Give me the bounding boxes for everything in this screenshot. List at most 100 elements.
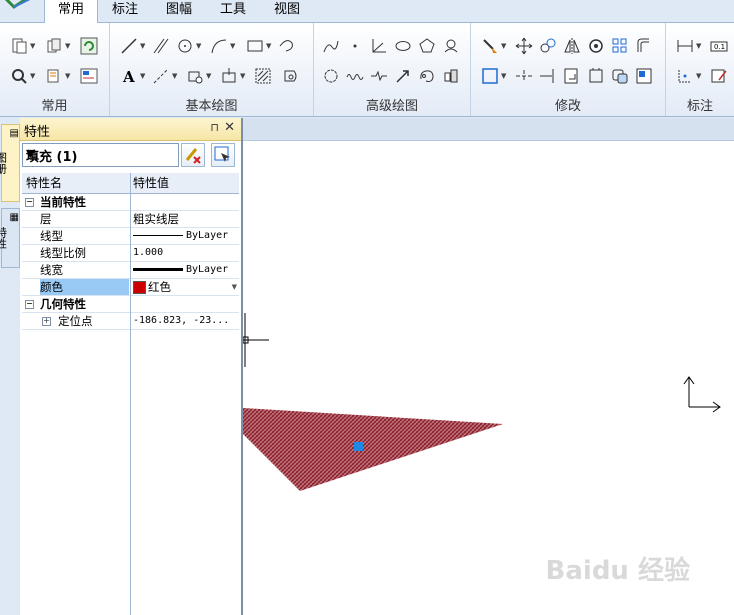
group-label: 标注 [686,99,713,114]
drawing-canvas[interactable] [243,118,734,615]
copy-object-icon[interactable] [539,37,557,55]
chevron-down-icon[interactable]: ▼ [240,67,245,85]
array-icon[interactable] [611,37,629,55]
drawing-layer[interactable] [243,118,734,615]
ribbon-group-advanced-draw: 高级绘图 [314,23,471,116]
trim-icon[interactable] [515,67,533,85]
property-value[interactable]: ByLayer [133,228,237,244]
parallel-line-icon[interactable] [152,37,170,55]
chevron-down-icon[interactable]: ▼ [696,67,701,85]
chevron-down-icon[interactable]: ▼ [232,279,237,295]
chevron-down-icon[interactable]: ▼ [26,147,176,160]
hatch-icon[interactable] [254,67,272,85]
line-icon[interactable] [120,37,138,55]
chevron-down-icon[interactable]: ▼ [266,37,271,55]
hole-icon[interactable] [442,37,460,55]
color-value: 红色 [148,280,171,294]
svg-text:A: A [122,68,135,85]
new-file-icon[interactable] [10,37,28,55]
circle-icon[interactable] [176,37,194,55]
side-tab-atlas[interactable]: ▤ 图册 [0,124,20,202]
text-icon[interactable]: A [120,67,138,86]
chevron-down-icon[interactable]: ▼ [30,67,35,85]
chevron-down-icon[interactable]: ▼ [206,67,211,85]
group-label: 常用 [41,99,68,114]
ribbon-group-common: ▼ ▼ ▼ ▼ 常用 [0,23,110,116]
chevron-down-icon[interactable]: ▼ [65,37,70,55]
grip-point[interactable] [354,442,363,451]
block-icon[interactable] [186,67,204,85]
refresh-icon[interactable] [80,37,98,55]
selection-dropdown[interactable]: 填充 (1) ▼ [22,143,179,167]
explode-icon[interactable] [611,67,629,85]
dimension-icon[interactable] [676,37,694,55]
select-window-icon[interactable] [481,67,499,85]
property-value[interactable]: 粗实线层 [133,211,237,227]
close-icon[interactable]: ✕ [224,120,235,135]
centerline-icon[interactable] [152,67,170,85]
chevron-down-icon[interactable]: ▼ [501,67,506,85]
polygon-icon[interactable] [418,37,436,55]
app-logo-icon[interactable] [4,0,32,9]
text-edit-icon[interactable] [710,67,728,85]
pin-icon[interactable]: ⊓ [210,121,219,134]
insert-icon[interactable] [220,67,238,85]
point-icon[interactable] [346,37,364,55]
arrow-icon[interactable] [394,67,412,85]
collapse-icon[interactable]: − [25,198,34,207]
scale-icon[interactable] [563,67,581,85]
edit-block-icon[interactable] [635,67,653,85]
stretch-icon[interactable] [587,67,605,85]
tab-dimension[interactable]: 标注 [102,0,148,22]
zoom-icon[interactable] [10,67,28,85]
chevron-down-icon[interactable]: ▼ [196,37,201,55]
property-value[interactable]: 1.000 [133,245,237,261]
spline-icon[interactable] [322,37,340,55]
region-icon[interactable] [282,67,300,85]
copy-icon[interactable] [45,37,63,55]
chevron-down-icon[interactable]: ▼ [140,37,145,55]
chevron-down-icon[interactable]: ▼ [65,67,70,85]
tab-common[interactable]: 常用 [44,0,98,24]
paste-icon[interactable] [45,67,63,85]
expand-icon[interactable]: + [42,317,51,326]
wave-line-icon[interactable] [346,67,364,85]
arc-icon[interactable] [210,37,228,55]
revision-cloud-icon[interactable] [322,67,340,85]
chevron-down-icon[interactable]: ▼ [140,67,145,85]
chevron-down-icon[interactable]: ▼ [172,67,177,85]
chevron-down-icon[interactable]: ▼ [230,37,235,55]
select-objects-button[interactable] [211,143,235,167]
gear-shape-icon[interactable] [418,67,436,85]
flange-icon[interactable] [442,67,460,85]
mirror-icon[interactable] [563,37,581,55]
extend-icon[interactable] [539,67,557,85]
property-value[interactable]: ByLayer [133,262,237,278]
move-icon[interactable] [515,37,533,55]
properties-icon[interactable] [80,67,98,85]
property-value[interactable]: -186.823, -23... [133,313,237,329]
ucs-axis-icon [683,376,721,413]
angle-line-icon[interactable] [370,37,388,55]
side-tab-properties[interactable]: ▦ 特性 [0,208,20,268]
rectangle-icon[interactable] [246,37,264,55]
property-value[interactable]: 红色 [133,279,237,295]
chevron-down-icon[interactable]: ▼ [30,37,35,55]
tab-tools[interactable]: 工具 [210,0,256,22]
chevron-down-icon[interactable]: ▼ [501,37,506,55]
polyline-icon[interactable] [278,37,296,55]
tab-view[interactable]: 视图 [264,0,310,22]
break-line-icon[interactable] [370,67,388,85]
offset-icon[interactable] [635,37,653,55]
hatch-fill[interactable] [243,408,503,491]
chevron-down-icon[interactable]: ▼ [696,37,701,55]
collapse-icon[interactable]: − [25,300,34,309]
quick-select-button[interactable] [181,143,205,167]
group-label: 基本绘图 [185,99,238,114]
tolerance-icon[interactable]: 0.1 [710,37,728,55]
rotate-icon[interactable] [587,37,605,55]
tab-sheet[interactable]: 图幅 [156,0,202,22]
ellipse-icon[interactable] [394,37,412,55]
coordinate-dim-icon[interactable] [676,67,694,85]
brush-icon[interactable] [481,37,499,55]
